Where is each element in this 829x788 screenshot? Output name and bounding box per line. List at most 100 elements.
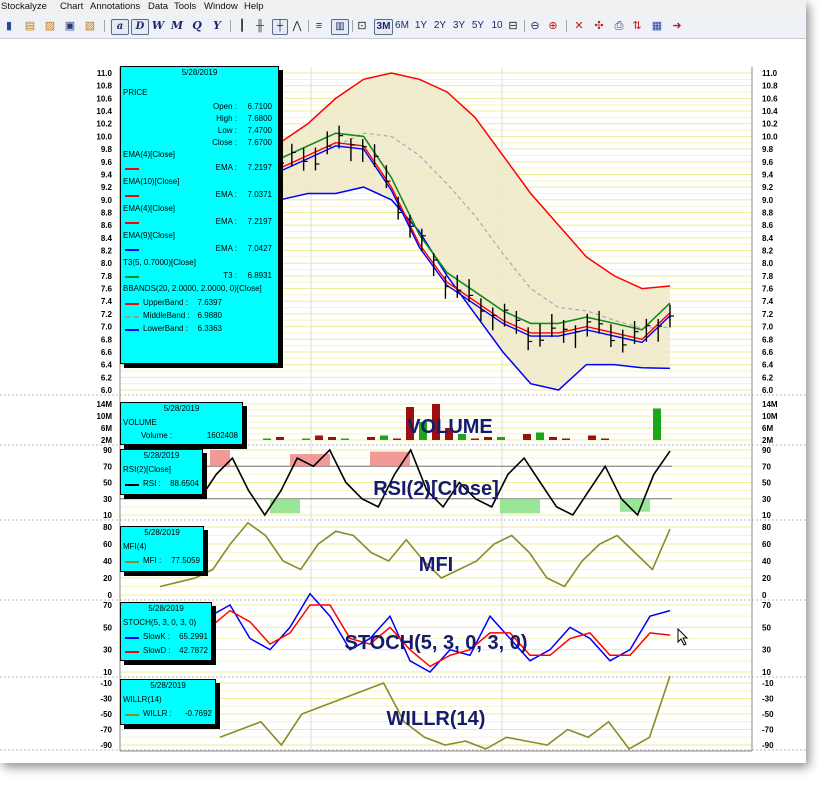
period-6m-button[interactable]: 6M	[394, 19, 410, 33]
style-button-q[interactable]: Q	[190, 19, 204, 33]
rsi-tick-left: 90	[103, 446, 112, 455]
line-icon[interactable]: ⋀	[291, 19, 303, 33]
export-icon[interactable]: ▧	[84, 19, 96, 33]
legend-bbands-name: BBANDS(20, 2.0000, 2.0000, 0)[Close]	[123, 284, 262, 293]
rsi-tick-right: 30	[762, 495, 771, 504]
candle-icon[interactable]: ┃	[236, 19, 248, 33]
price-tick-right: 6.6	[762, 348, 774, 357]
legend-high-label: High :	[216, 114, 237, 123]
legend-ema4-swatch	[125, 168, 139, 170]
period-2y-button[interactable]: 2Y	[432, 19, 448, 33]
price-tick-right: 9.4	[762, 170, 774, 179]
price-tick-left: 7.4	[101, 297, 113, 306]
legend-open-value: 6.7100	[247, 102, 272, 111]
volume-bar	[276, 437, 284, 440]
menu-help[interactable]: Help	[244, 0, 264, 13]
period-5y-button[interactable]: 5Y	[470, 19, 486, 33]
rsi-tick-left: 50	[103, 479, 112, 488]
volume-tick-left: 14M	[96, 400, 112, 409]
price-tick-right: 10.2	[762, 120, 778, 129]
legend-ema10-name: EMA(10)[Close]	[123, 177, 180, 186]
price-tick-right: 9.6	[762, 158, 774, 167]
price-tick-left: 9.0	[101, 196, 113, 205]
price-tick-right: 7.8	[762, 272, 774, 281]
legend-lower-value: 6.3363	[197, 324, 222, 333]
rsi-tick-left: 30	[103, 495, 112, 504]
price-tick-left: 10.6	[96, 94, 112, 103]
zoom-out-icon[interactable]: ⊖	[528, 19, 542, 33]
save-icon[interactable]: ▣	[64, 19, 76, 33]
menu-tools[interactable]: Tools	[174, 0, 196, 13]
period-3y-button[interactable]: 3Y	[451, 19, 467, 33]
toolbar-separator	[524, 20, 525, 32]
menu-annotations[interactable]: Annotations	[90, 0, 140, 13]
willr-tick-right: -30	[762, 695, 774, 704]
willr-tick-right: -50	[762, 710, 774, 719]
style-button-a[interactable]: a	[111, 19, 129, 35]
legend-date: 5/28/2019	[181, 68, 218, 77]
legend-open-label: Open :	[212, 102, 237, 111]
period-3m-button[interactable]: 3M	[374, 19, 393, 35]
volume-bar	[302, 438, 310, 440]
legend-slowk-label: SlowK :	[143, 632, 171, 641]
legend-mfi-value: 77.5059	[171, 556, 200, 565]
hlc-icon[interactable]: ┼	[272, 19, 288, 35]
volume-bar	[341, 438, 349, 440]
price-tick-right: 9.0	[762, 196, 774, 205]
mfi-tick-left: 20	[103, 574, 112, 583]
style-button-m[interactable]: M	[170, 19, 184, 33]
chart-area[interactable]: 11.0 11.0 10.8 10.8 10.6 10.6 10.4 10.4 10.2 10.2…	[0, 39, 806, 763]
price-tick-right: 6.0	[762, 386, 774, 395]
toolbar-separator	[566, 20, 567, 32]
fit-icon[interactable]: ⊡	[356, 19, 368, 33]
legend-date: 5/28/2019	[144, 528, 180, 537]
period-1y-button[interactable]: 1Y	[413, 19, 429, 33]
report-icon[interactable]: ▦	[650, 19, 664, 33]
willr-tick-left: -30	[100, 695, 112, 704]
toolbar-separator	[308, 20, 309, 32]
price-tick-right: 7.0	[762, 323, 774, 332]
willr-tick-right: -70	[762, 726, 774, 735]
legend-slowk-value: 65.2991	[179, 632, 208, 641]
legend-mfi-swatch	[125, 561, 139, 563]
volume-icon[interactable]: ▥	[331, 19, 349, 35]
crosshair-icon[interactable]: ✣	[592, 19, 606, 33]
all-data-icon[interactable]: ⊟	[507, 19, 519, 33]
price-tick-right: 7.4	[762, 297, 774, 306]
trend-icon[interactable]: ⇅	[630, 19, 644, 33]
legend-ema9-swatch	[125, 249, 139, 251]
rsi-tick-left: 10	[103, 511, 112, 520]
legend-ema4-name: EMA(4)[Close]	[123, 150, 176, 159]
period-10y-button[interactable]: 10	[489, 19, 505, 33]
legend-middle-value: 6.9880	[197, 311, 222, 320]
zoom-in-icon[interactable]: ⊕	[546, 19, 560, 33]
volume-bar	[380, 435, 388, 440]
folder-icon[interactable]: ▨	[44, 19, 56, 33]
menu-stockalyze[interactable]: Stockalyze	[1, 0, 47, 13]
menu-data[interactable]: Data	[148, 0, 168, 13]
ohlc-icon[interactable]: ╫	[254, 19, 266, 33]
legend-high-value: 7.6800	[247, 114, 272, 123]
open-icon[interactable]: ▤	[24, 19, 36, 33]
menu-window[interactable]: Window	[204, 0, 238, 13]
rsi-tick-right: 50	[762, 479, 771, 488]
style-button-w[interactable]: W	[151, 19, 165, 33]
price-tick-left: 7.6	[101, 285, 113, 294]
menu-chart[interactable]: Chart	[60, 0, 83, 13]
volume-bar	[497, 437, 505, 440]
volume-bar	[471, 438, 479, 440]
price-tick-right: 10.8	[762, 82, 778, 91]
price-tick-left: 6.4	[101, 361, 113, 370]
delete-icon[interactable]: ✕	[572, 19, 586, 33]
print-icon[interactable]: ⎙	[612, 19, 626, 33]
bar-chart-icon[interactable]: ▮	[3, 19, 15, 33]
exit-icon[interactable]: ➜	[670, 19, 684, 33]
style-button-d[interactable]: D	[131, 19, 149, 35]
price-tick-left: 9.8	[101, 145, 113, 154]
stoch-tick-right: 50	[762, 623, 771, 632]
legend-ema10-label: EMA :	[215, 190, 237, 199]
style-button-y[interactable]: Y	[210, 19, 224, 33]
indicator-icon[interactable]: ≡	[313, 19, 325, 33]
volume-legend: 5/28/2019 VOLUME Volume : 1602408	[120, 402, 243, 445]
rsi-tick-right: 70	[762, 462, 771, 471]
